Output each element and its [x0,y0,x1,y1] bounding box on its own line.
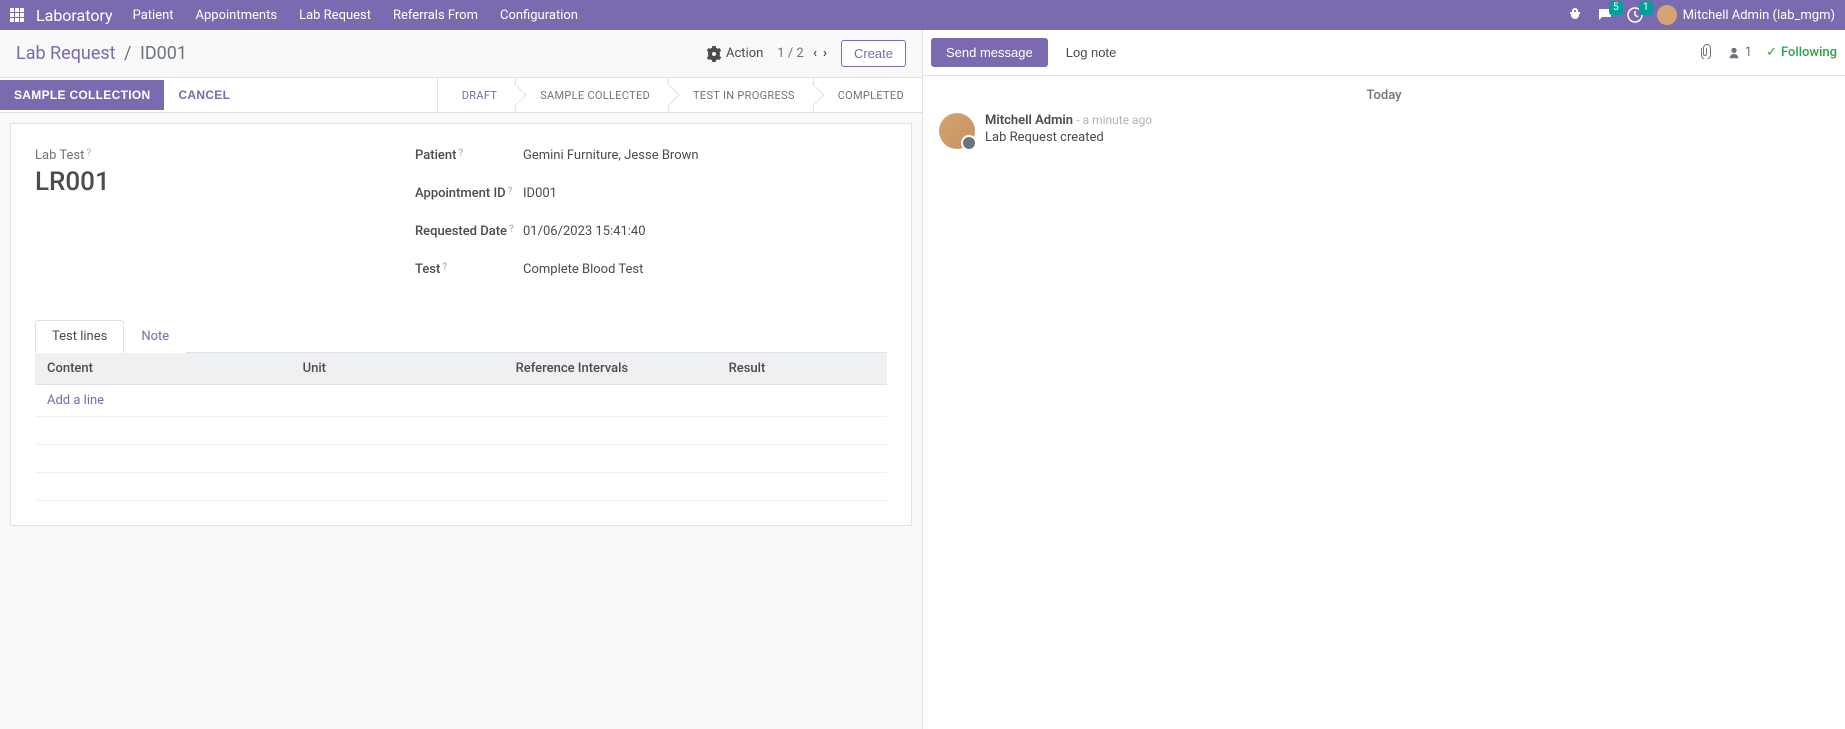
chatter-topbar: Send message Log note 1 ✓Following [923,30,1845,76]
add-line-link[interactable]: Add a line [47,393,104,408]
messaging-icon[interactable]: 5 [1597,7,1613,23]
col-unit: Unit [291,353,504,385]
stage-draft[interactable]: DRAFT [437,78,515,112]
check-icon: ✓ [1766,45,1777,60]
pager-next-icon[interactable]: › [823,46,827,61]
chatter-date-separator: Today [939,88,1829,103]
appointment-id-value[interactable]: ID001 [523,186,887,201]
user-name: Mitchell Admin (lab_mgm) [1683,8,1835,23]
followers-count[interactable]: 1 [1727,45,1752,60]
pager: 1 / 2 ‹ › [777,46,827,61]
col-reference-intervals: Reference Intervals [504,353,717,385]
stage-sample-collected[interactable]: SAMPLE COLLECTED [515,78,668,112]
stage-test-in-progress[interactable]: TEST IN PROGRESS [668,78,813,112]
lab-test-value[interactable]: LR001 [35,167,375,197]
messaging-badge: 5 [1609,1,1623,15]
message-author[interactable]: Mitchell Admin [985,113,1073,128]
activities-icon[interactable]: 1 [1627,7,1643,23]
tab-test-lines[interactable]: Test lines [35,320,124,353]
requested-date-label: Requested Date? [415,224,523,239]
requested-date-value[interactable]: 01/06/2023 15:41:40 [523,224,887,239]
topnav-right: 5 1 Mitchell Admin (lab_mgm) [1567,5,1835,25]
action-dropdown[interactable]: Action [706,46,763,62]
appointment-id-label: Appointment ID? [415,186,523,201]
activities-badge: 1 [1639,1,1653,15]
test-lines-table: Content Unit Reference Intervals Result … [35,353,887,501]
chatter: Send message Log note 1 ✓Following Today… [922,30,1845,729]
menu-referrals-from[interactable]: Referrals From [393,8,478,23]
breadcrumb: Lab Request / ID001 [16,43,187,64]
brand-title[interactable]: Laboratory [36,6,113,25]
create-button[interactable]: Create [841,40,906,67]
control-panel-right: Action 1 / 2 ‹ › Create [706,40,906,67]
menu-appointments[interactable]: Appointments [196,8,278,23]
breadcrumb-current: ID001 [140,43,187,64]
stage-indicator: DRAFT SAMPLE COLLECTED TEST IN PROGRESS … [437,78,922,112]
message-avatar-icon[interactable] [939,113,975,149]
top-navigation: Laboratory Patient Appointments Lab Requ… [0,0,1845,30]
menu-patient[interactable]: Patient [133,8,174,23]
patient-value[interactable]: Gemini Furniture, Jesse Brown [523,148,887,163]
attachment-icon[interactable] [1697,43,1713,63]
form-view: Lab Request / ID001 Action 1 / 2 ‹ › Cre… [0,30,922,729]
notebook: Test lines Note Content Unit Reference I… [35,320,887,501]
tab-note[interactable]: Note [124,320,186,353]
debug-icon[interactable] [1567,7,1583,23]
lab-test-label: Lab Test? [35,148,375,163]
menu-configuration[interactable]: Configuration [500,8,578,23]
notebook-tabs: Test lines Note [35,320,887,353]
col-content: Content [35,353,291,385]
user-menu[interactable]: Mitchell Admin (lab_mgm) [1657,5,1835,25]
user-avatar-icon [1657,5,1677,25]
stage-completed[interactable]: COMPLETED [813,78,922,112]
pager-value[interactable]: 1 / 2 [777,46,803,61]
table-row[interactable] [35,445,887,473]
test-value[interactable]: Complete Blood Test [523,262,887,277]
test-label: Test? [415,262,523,277]
cancel-button[interactable]: CANCEL [164,80,244,110]
table-row[interactable] [35,417,887,445]
control-panel: Lab Request / ID001 Action 1 / 2 ‹ › Cre… [0,30,922,67]
menu-lab-request[interactable]: Lab Request [299,8,371,23]
form-sheet: Lab Test? LR001 Patient? Gemini Furnitur… [10,123,912,526]
apps-icon[interactable] [10,7,26,23]
table-row[interactable] [35,473,887,501]
patient-label: Patient? [415,148,523,163]
main-menu: Patient Appointments Lab Request Referra… [133,8,578,23]
message-body: Lab Request created [985,130,1152,145]
breadcrumb-root[interactable]: Lab Request [16,43,116,64]
pager-prev-icon[interactable]: ‹ [813,46,817,61]
breadcrumb-separator: / [124,43,131,64]
message: Mitchell Admin - a minute ago Lab Reques… [939,113,1829,149]
sample-collection-button[interactable]: SAMPLE COLLECTION [0,80,164,110]
col-result: Result [717,353,887,385]
following-button[interactable]: ✓Following [1766,45,1837,60]
message-time: - a minute ago [1076,113,1152,127]
log-note-button[interactable]: Log note [1052,39,1131,66]
send-message-button[interactable]: Send message [931,38,1048,67]
status-bar: SAMPLE COLLECTION CANCEL DRAFT SAMPLE CO… [0,77,922,113]
chatter-body: Today Mitchell Admin - a minute ago Lab … [923,76,1845,173]
